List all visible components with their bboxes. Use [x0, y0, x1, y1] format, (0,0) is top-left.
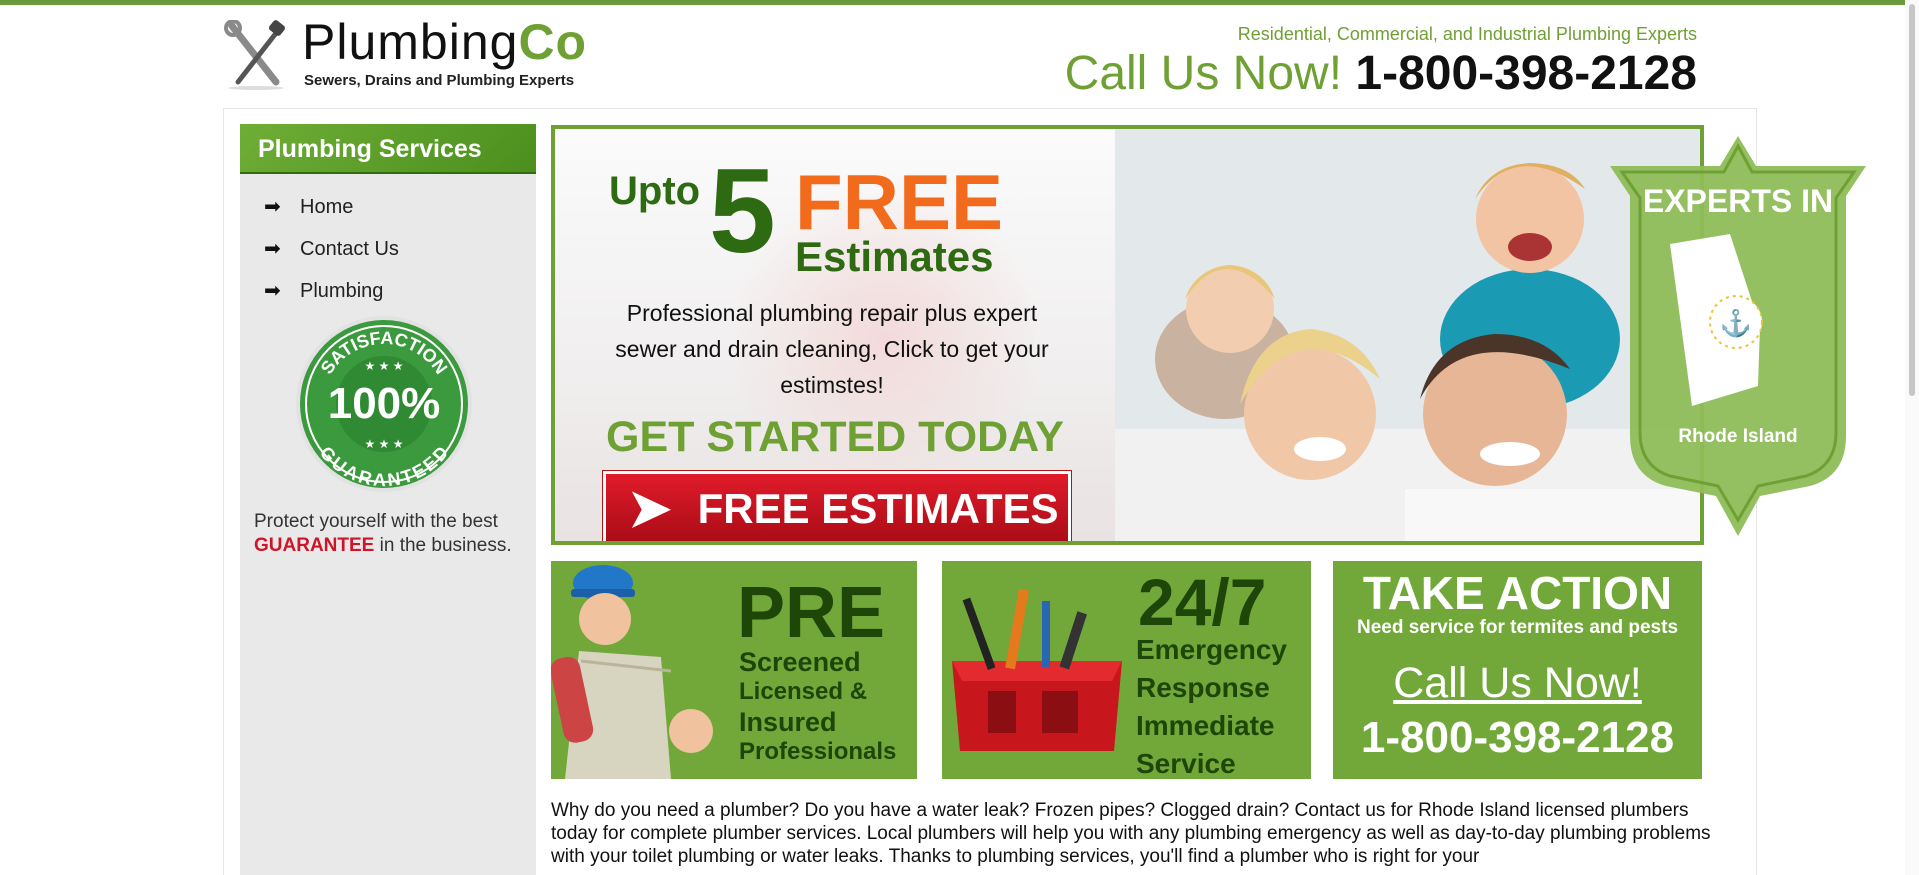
header-call: Call Us Now! 1-800-398-2128	[1065, 46, 1697, 102]
sidebar-item-plumbing[interactable]: ➡ Plumbing	[240, 270, 536, 312]
site-logo[interactable]: PlumbingCo Sewers, Drains and Plumbing E…	[224, 14, 588, 94]
promo-emergency[interactable]: 24/7 Emergency Response Immediate Servic…	[942, 561, 1311, 779]
hero-free: FREE	[795, 158, 1004, 246]
free-estimates-label: FREE ESTIMATES	[697, 485, 1059, 532]
header-contact: Residential, Commercial, and Industrial …	[1065, 22, 1697, 102]
top-accent-bar	[0, 0, 1919, 5]
sidebar-item-contact-us[interactable]: ➡ Contact Us	[240, 228, 536, 270]
logo-wordmark: PlumbingCo	[302, 14, 588, 70]
badge-state: Rhode Island	[1678, 426, 1797, 447]
arrow-right-icon: ➡	[264, 196, 281, 218]
hero-banner[interactable]: Upto 5 FREE Estimates Professional plumb…	[551, 125, 1704, 545]
guarantee-text: Protect yourself with the best GUARANTEE…	[254, 511, 512, 556]
satisfaction-seal: SATISFACTION 100% GUARANTEED ★ ★ ★ ★ ★ ★	[296, 316, 472, 492]
promo-call-link[interactable]: Call Us Now!	[1333, 659, 1702, 707]
seal-center-text: 100%	[328, 379, 441, 428]
sidebar-nav: ➡ Home ➡ Contact Us ➡ Plumbing	[240, 174, 536, 312]
header-tagline: Residential, Commercial, and Industrial …	[1237, 24, 1697, 44]
sidebar-item-home[interactable]: ➡ Home	[240, 186, 536, 228]
promo-take-action[interactable]: TAKE ACTION Need service for termites an…	[1333, 561, 1702, 779]
arrow-right-icon: ➡	[264, 238, 281, 260]
sidebar: Plumbing Services ➡ Home ➡ Contact Us ➡ Plu…	[240, 124, 536, 875]
free-estimates-button[interactable]: ➤ FREE ESTIMATES	[603, 471, 1071, 541]
call-label: Call Us Now!	[1064, 47, 1343, 100]
get-started-heading: GET STARTED TODAY	[606, 413, 1064, 461]
svg-text:★ ★ ★: ★ ★ ★	[365, 359, 404, 373]
scrollbar-thumb[interactable]	[1909, 4, 1915, 396]
toolbag-illustration	[952, 588, 1122, 751]
svg-text:⚓: ⚓	[1720, 308, 1752, 338]
hero-estimates: Estimates	[795, 233, 994, 280]
sidebar-item-label: Home	[300, 196, 354, 218]
hero-copy: Professional plumbing repair plus expert…	[615, 300, 1049, 398]
page-scrollbar[interactable]	[1905, 0, 1919, 875]
promo-emergency-lines: Emergency Response Immediate Service	[1136, 634, 1287, 779]
arrow-right-icon: ➡	[264, 280, 281, 302]
play-arrow-icon: ➤	[628, 480, 672, 538]
promo-phone[interactable]: 1-800-398-2128	[1333, 713, 1702, 763]
plumber-illustration	[551, 565, 713, 779]
sidebar-title: Plumbing Services	[240, 124, 536, 174]
promo-action-subtitle: Need service for termites and pests	[1356, 617, 1679, 638]
intro-paragraph: Why do you need a plumber? Do you have a…	[551, 800, 1711, 867]
wrench-screwdriver-icon	[224, 20, 285, 90]
promo-emergency-heading: 24/7	[1138, 565, 1267, 639]
badge-title: EXPERTS IN	[1643, 183, 1833, 219]
promo-pre-heading: PRE	[737, 573, 886, 653]
hero-upto: Upto	[609, 169, 701, 213]
experts-badge: EXPERTS IN ⚓ Rhode Island	[1610, 136, 1866, 536]
svg-text:★ ★ ★: ★ ★ ★	[365, 437, 404, 451]
header-phone-link[interactable]: 1-800-398-2128	[1355, 47, 1697, 100]
sidebar-item-label: Contact Us	[300, 238, 399, 260]
promo-prescreened[interactable]: PRE Screened Licensed & Insured Professi…	[551, 561, 917, 779]
promo-action-title: TAKE ACTION	[1362, 567, 1673, 619]
hero-offer: Upto 5 FREE Estimates Professional plumb…	[555, 129, 1115, 541]
hero-number: 5	[709, 144, 776, 278]
promo-pre-lines: Screened Licensed & Insured Professional…	[739, 647, 897, 765]
logo-tagline: Sewers, Drains and Plumbing Experts	[304, 72, 575, 89]
sidebar-item-label: Plumbing	[300, 280, 384, 302]
